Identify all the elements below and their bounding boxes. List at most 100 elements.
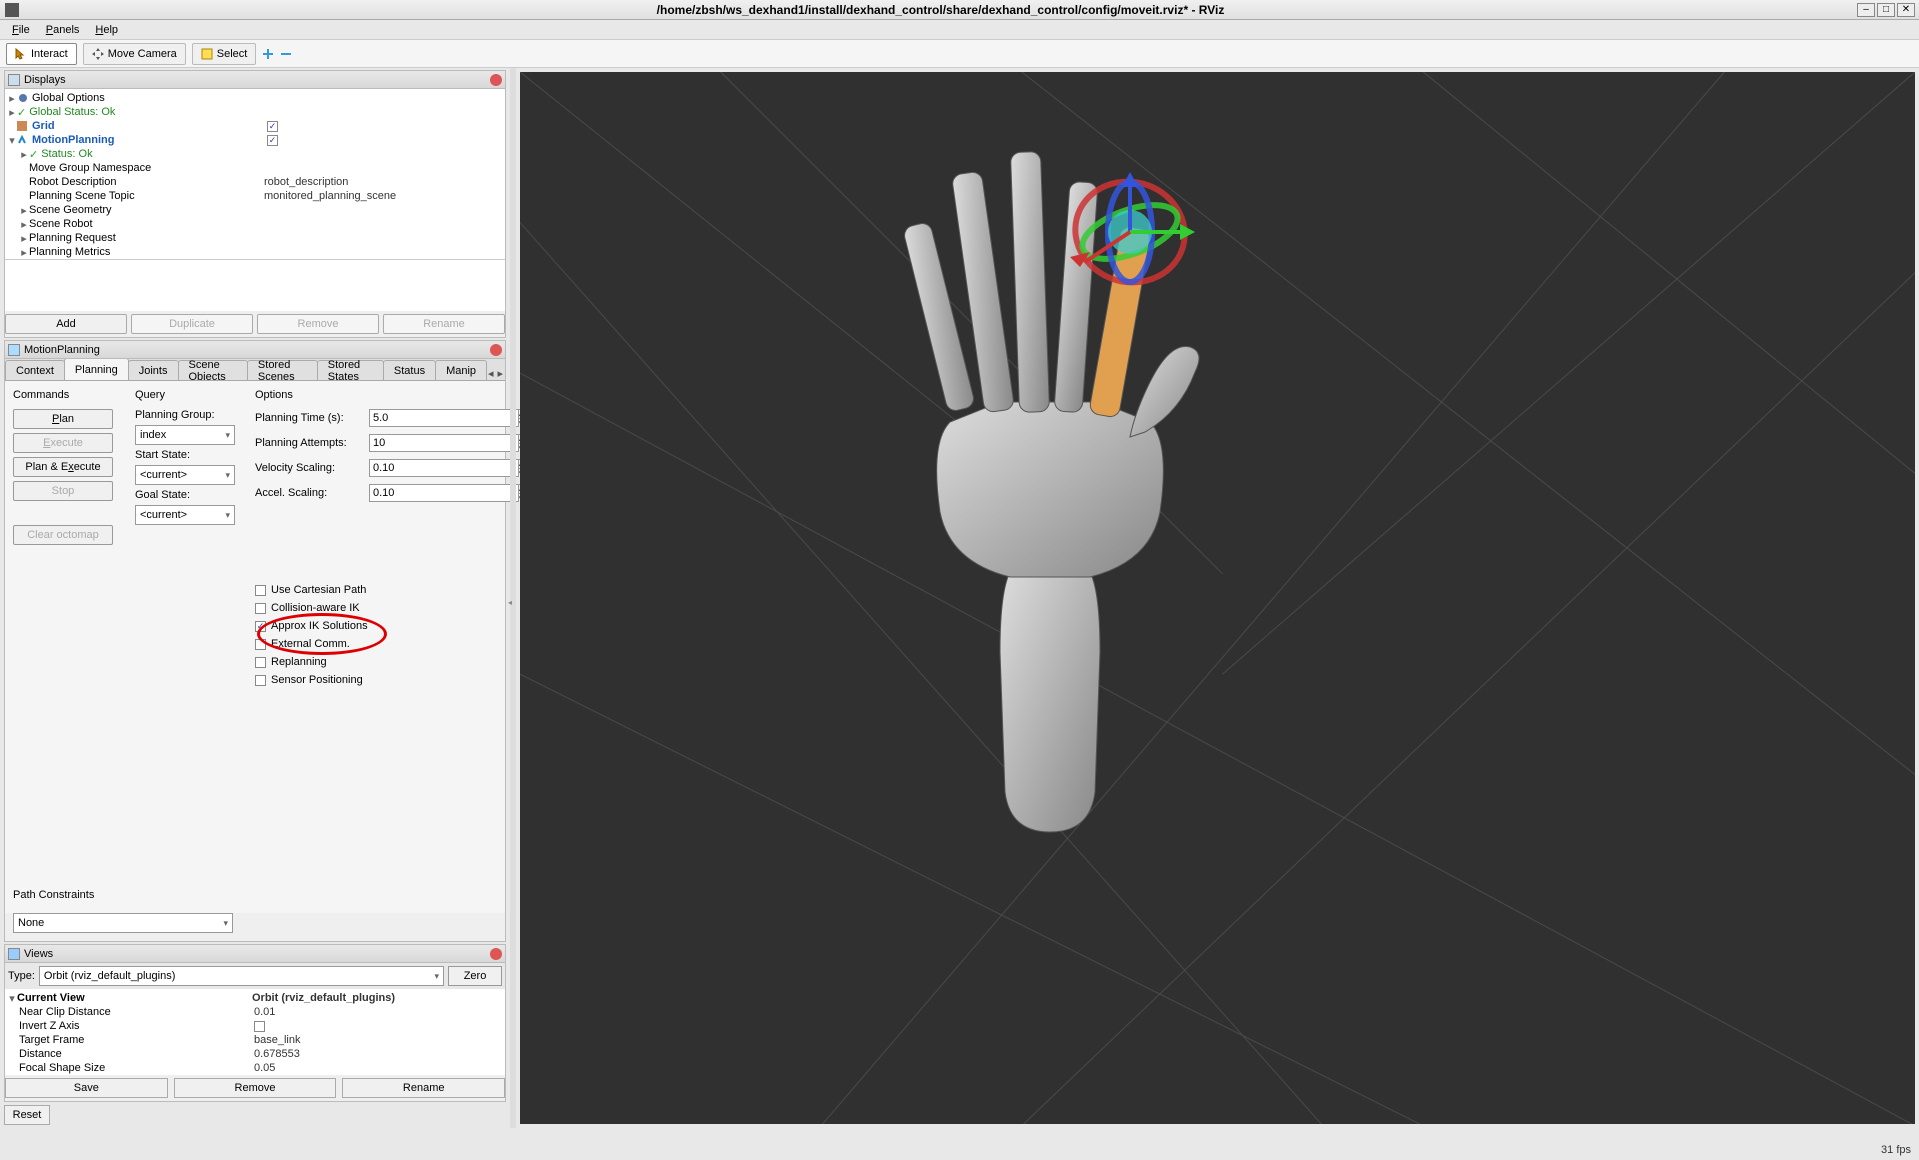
- tree-scene-geometry[interactable]: Scene Geometry: [29, 204, 264, 216]
- displays-title: Displays: [24, 74, 490, 86]
- close-button[interactable]: ✕: [1897, 3, 1915, 17]
- views-icon: [8, 948, 20, 960]
- motion-planning-panel: MotionPlanning Context Planning Joints S…: [4, 340, 506, 942]
- menu-help[interactable]: Help: [87, 24, 126, 36]
- views-title: Views: [24, 948, 490, 960]
- tab-status[interactable]: Status: [383, 360, 436, 380]
- tree-global-status[interactable]: Global Status: Ok: [29, 106, 264, 118]
- tree-robot-desc[interactable]: Robot Description: [29, 176, 264, 188]
- plan-button[interactable]: Plan: [13, 409, 113, 429]
- accel-scaling-label: Accel. Scaling:: [255, 487, 363, 499]
- planning-time-spinner[interactable]: ▴▾: [369, 409, 479, 427]
- grid-checkbox[interactable]: ✓: [267, 121, 278, 132]
- tree-global-options[interactable]: Global Options: [32, 92, 267, 104]
- motion-planning-icon: [8, 344, 20, 356]
- menu-file[interactable]: File: [4, 24, 38, 36]
- use-cartesian-checkbox[interactable]: [255, 585, 266, 596]
- tab-planning[interactable]: Planning: [64, 359, 129, 380]
- tab-scroll-left[interactable]: ◂: [486, 367, 495, 380]
- start-state-select[interactable]: <current>: [135, 465, 235, 485]
- tab-joints[interactable]: Joints: [128, 360, 179, 380]
- displays-tree[interactable]: ▸Global Options ▸✓Global Status: Ok Grid…: [5, 89, 505, 259]
- accel-scaling-spinner[interactable]: ▴▾: [369, 484, 479, 502]
- remove-button: Remove: [257, 314, 379, 334]
- collision-ik-checkbox[interactable]: [255, 603, 266, 614]
- tab-stored-scenes[interactable]: Stored Scenes: [247, 360, 318, 380]
- select-button[interactable]: Select: [192, 43, 257, 65]
- replanning-checkbox[interactable]: [255, 657, 266, 668]
- views-rename-button[interactable]: Rename: [342, 1078, 505, 1098]
- tree-planning-scene-topic-val: monitored_planning_scene: [264, 190, 396, 202]
- tree-planning-metrics[interactable]: Planning Metrics: [29, 246, 264, 258]
- measure-icon[interactable]: [280, 48, 292, 60]
- select-label: Select: [217, 48, 248, 60]
- approx-ik-checkbox[interactable]: ✓: [255, 621, 266, 632]
- near-clip-val: 0.01: [254, 1006, 275, 1018]
- planning-time-input[interactable]: [369, 409, 519, 427]
- zero-button[interactable]: Zero: [448, 966, 502, 986]
- tree-motion-planning[interactable]: MotionPlanning: [32, 134, 267, 146]
- planning-attempts-input[interactable]: [369, 434, 519, 452]
- duplicate-button: Duplicate: [131, 314, 253, 334]
- goal-state-val: <current>: [140, 509, 187, 521]
- planning-attempts-spinner[interactable]: ▴▾: [369, 434, 479, 452]
- views-remove-button[interactable]: Remove: [174, 1078, 337, 1098]
- tree-planning-request[interactable]: Planning Request: [29, 232, 264, 244]
- move-camera-button[interactable]: Move Camera: [83, 43, 186, 65]
- interact-label: Interact: [31, 48, 68, 60]
- external-comm-checkbox[interactable]: [255, 639, 266, 650]
- views-close-icon[interactable]: [490, 948, 502, 960]
- robot-model: [750, 92, 1220, 842]
- replanning-label: Replanning: [271, 656, 327, 668]
- type-label: Type:: [8, 970, 35, 982]
- reset-button[interactable]: Reset: [4, 1105, 50, 1125]
- motion-planning-close-icon[interactable]: [490, 344, 502, 356]
- 3d-viewport[interactable]: [520, 72, 1915, 1124]
- goal-state-select[interactable]: <current>: [135, 505, 235, 525]
- mp-tabs: Context Planning Joints Scene Objects St…: [5, 359, 505, 381]
- views-save-button[interactable]: Save: [5, 1078, 168, 1098]
- goal-state-label: Goal State:: [135, 489, 245, 501]
- tree-status-ok[interactable]: Status: Ok: [41, 148, 276, 160]
- current-view-label[interactable]: Current View: [17, 992, 252, 1004]
- maximize-button[interactable]: □: [1877, 3, 1895, 17]
- tab-scroll-right[interactable]: ▸: [496, 367, 505, 380]
- planning-group-select[interactable]: index: [135, 425, 235, 445]
- velocity-scaling-spinner[interactable]: ▴▾: [369, 459, 479, 477]
- app-icon: [5, 3, 19, 17]
- tree-scene-robot[interactable]: Scene Robot: [29, 218, 264, 230]
- menu-panels[interactable]: Panels: [38, 24, 88, 36]
- tab-scene-objects[interactable]: Scene Objects: [178, 360, 248, 380]
- options-label: Options: [255, 389, 497, 401]
- view-type-select[interactable]: Orbit (rviz_default_plugins): [39, 966, 444, 986]
- velocity-scaling-input[interactable]: [369, 459, 519, 477]
- minimize-button[interactable]: –: [1857, 3, 1875, 17]
- tree-planning-scene-topic[interactable]: Planning Scene Topic: [29, 190, 264, 202]
- invert-z-label[interactable]: Invert Z Axis: [19, 1020, 254, 1032]
- sensor-positioning-checkbox[interactable]: [255, 675, 266, 686]
- tree-move-group-ns[interactable]: Move Group Namespace: [29, 162, 264, 174]
- focus-icon[interactable]: [262, 48, 274, 60]
- panel-splitter[interactable]: [510, 68, 516, 1128]
- path-constraints-select[interactable]: None: [13, 913, 233, 933]
- distance-label[interactable]: Distance: [19, 1048, 254, 1060]
- tab-manip[interactable]: Manip: [435, 360, 487, 380]
- interact-button[interactable]: Interact: [6, 43, 77, 65]
- gear-icon: [17, 93, 29, 103]
- tab-context[interactable]: Context: [5, 360, 65, 380]
- focal-shape-size-label[interactable]: Focal Shape Size: [19, 1062, 254, 1074]
- displays-close-icon[interactable]: [490, 74, 502, 86]
- tree-grid[interactable]: Grid: [32, 120, 267, 132]
- accel-scaling-input[interactable]: [369, 484, 519, 502]
- add-button[interactable]: Add: [5, 314, 127, 334]
- description-area: [5, 259, 505, 311]
- invert-z-checkbox[interactable]: [254, 1021, 265, 1032]
- target-frame-label[interactable]: Target Frame: [19, 1034, 254, 1046]
- external-comm-label: External Comm.: [271, 638, 350, 650]
- plan-execute-button[interactable]: Plan & Execute: [13, 457, 113, 477]
- tab-stored-states[interactable]: Stored States: [317, 360, 384, 380]
- views-tree[interactable]: ▾Current ViewOrbit (rviz_default_plugins…: [5, 989, 505, 1075]
- near-clip-label[interactable]: Near Clip Distance: [19, 1006, 254, 1018]
- motion-planning-checkbox[interactable]: ✓: [267, 135, 278, 146]
- toolbar: Interact Move Camera Select: [0, 40, 1919, 68]
